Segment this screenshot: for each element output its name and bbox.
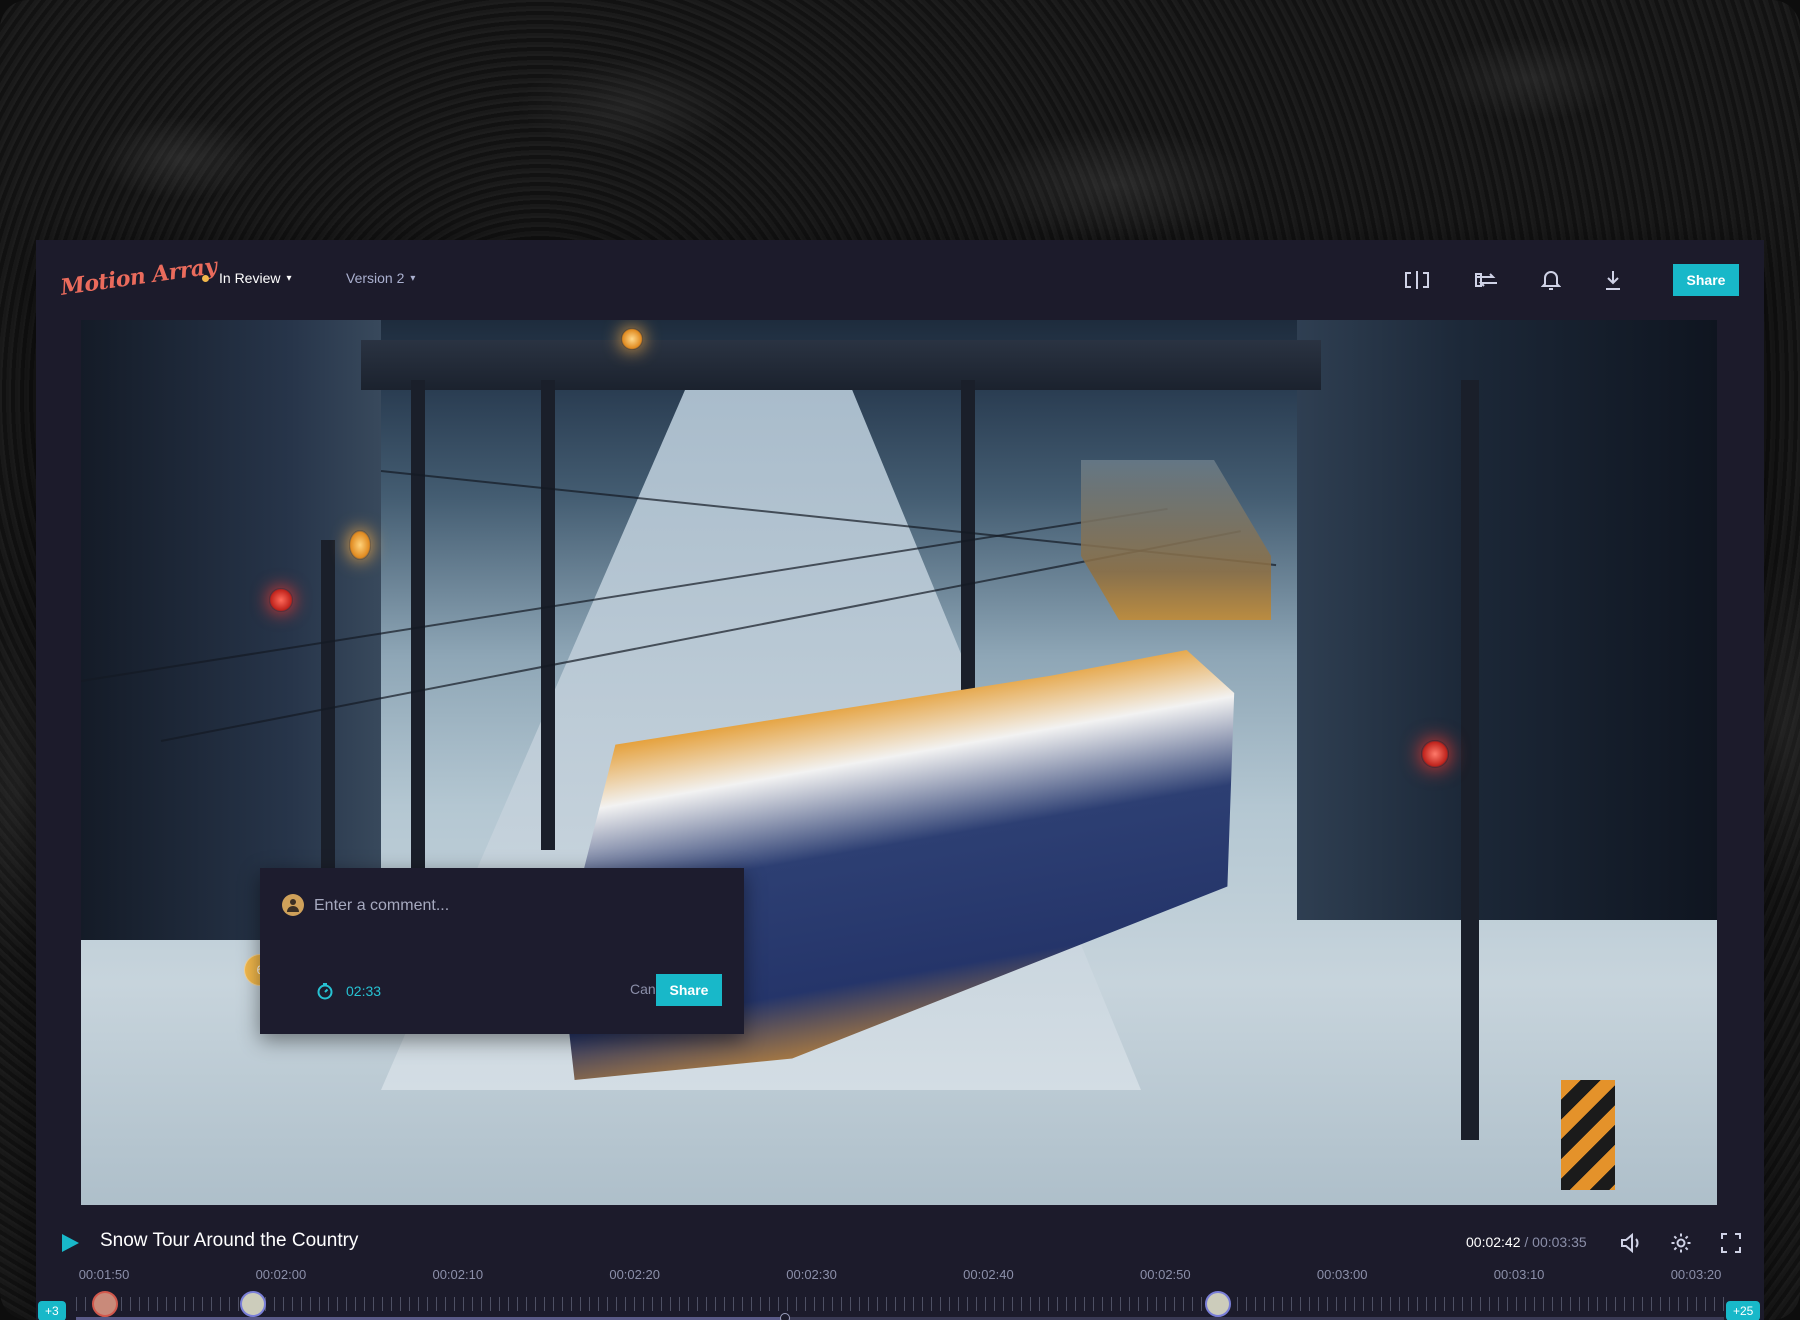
timeline-tick-label: 00:03:20 [1670,1267,1722,1282]
timeline-tick-label: 00:02:40 [963,1267,1014,1282]
street-lamp [621,328,643,350]
page-frame: Motion Array In Review ▾ Version 2 ▾ Sha… [0,0,1800,1320]
timeline-tick-label: 00:02:10 [432,1267,484,1282]
timeline-tick-label: 00:02:00 [255,1267,307,1282]
compare-icon[interactable] [1402,266,1432,294]
comment-popup: 02:33 Cancel Share [260,868,744,1034]
earlier-comments-badge[interactable]: +3 [38,1301,66,1320]
comment-avatar-pin[interactable] [1205,1291,1231,1317]
status-dropdown[interactable]: In Review ▾ [202,270,292,286]
download-icon[interactable] [1598,266,1628,294]
play-icon[interactable] [58,1231,82,1255]
current-time: 00:02:42 [1466,1234,1521,1250]
status-label: In Review [219,270,281,286]
version-dropdown[interactable]: Version 2 ▾ [346,270,415,286]
video-frame[interactable] [81,320,1717,1205]
traffic-light [269,588,293,612]
timeline-scrubber[interactable]: +3 +25 [36,1287,1764,1320]
motion-array-logo[interactable]: Motion Array [59,253,218,301]
stopwatch-icon [317,983,333,1000]
right-building [1297,320,1717,920]
version-label: Version 2 [346,270,405,286]
fullscreen-icon[interactable] [1718,1230,1744,1256]
left-building [81,320,381,940]
timeline-tick-label: 00:03:10 [1493,1267,1545,1282]
share-button[interactable]: Share [1673,264,1739,296]
comment-time-label: 02:33 [346,983,382,999]
top-bar: Motion Array In Review ▾ Version 2 ▾ Sha… [36,240,1764,320]
comment-avatar-pin[interactable] [92,1291,118,1317]
comment-timestamp[interactable]: 02:33 [316,982,381,1000]
pole [541,380,555,850]
video-title: Snow Tour Around the Country [100,1230,359,1251]
volume-icon[interactable] [1618,1230,1644,1256]
street-lamp [349,530,371,560]
skyway-bridge [361,340,1321,390]
rear-tram-car [1081,460,1271,620]
chevron-down-icon: ▾ [410,272,416,284]
player-controls: Snow Tour Around the Country 00:02:42 / … [36,1205,1764,1320]
timeline-tick-label: 00:02:20 [609,1267,660,1282]
timeline-tick-label: 00:02:30 [786,1267,837,1282]
user-avatar [282,894,304,916]
review-app-window: Motion Array In Review ▾ Version 2 ▾ Sha… [36,240,1764,1320]
timeline-tick-labels: 00:01:50 00:02:00 00:02:10 00:02:20 00:02:30… [36,1267,1764,1287]
traffic-light [1421,740,1449,768]
chevron-down-icon: ▾ [286,272,292,284]
swap-icon[interactable] [1472,266,1502,294]
timecode: 00:02:42 / 00:03:35 [1466,1234,1587,1250]
playhead-handle[interactable] [779,1313,790,1320]
bell-icon[interactable] [1536,266,1566,294]
timeline-tick-label: 00:02:50 [1140,1267,1191,1282]
comment-input[interactable] [312,890,716,922]
time-separator: / [1524,1234,1529,1250]
pole [1461,380,1479,1140]
timeline-ticks [76,1297,1724,1311]
status-dot-icon [202,274,209,282]
total-time: 00:03:35 [1532,1234,1587,1250]
timeline-tick-label: 00:01:50 [78,1267,130,1282]
hazard-sign [1561,1080,1615,1190]
pole [411,380,425,940]
comment-avatar-pin[interactable] [240,1291,266,1317]
settings-gear-icon[interactable] [1668,1230,1694,1256]
comment-share-button[interactable]: Share [656,974,722,1006]
timeline-tick-label: 00:03:00 [1316,1267,1368,1282]
later-comments-badge[interactable]: +25 [1726,1301,1761,1320]
